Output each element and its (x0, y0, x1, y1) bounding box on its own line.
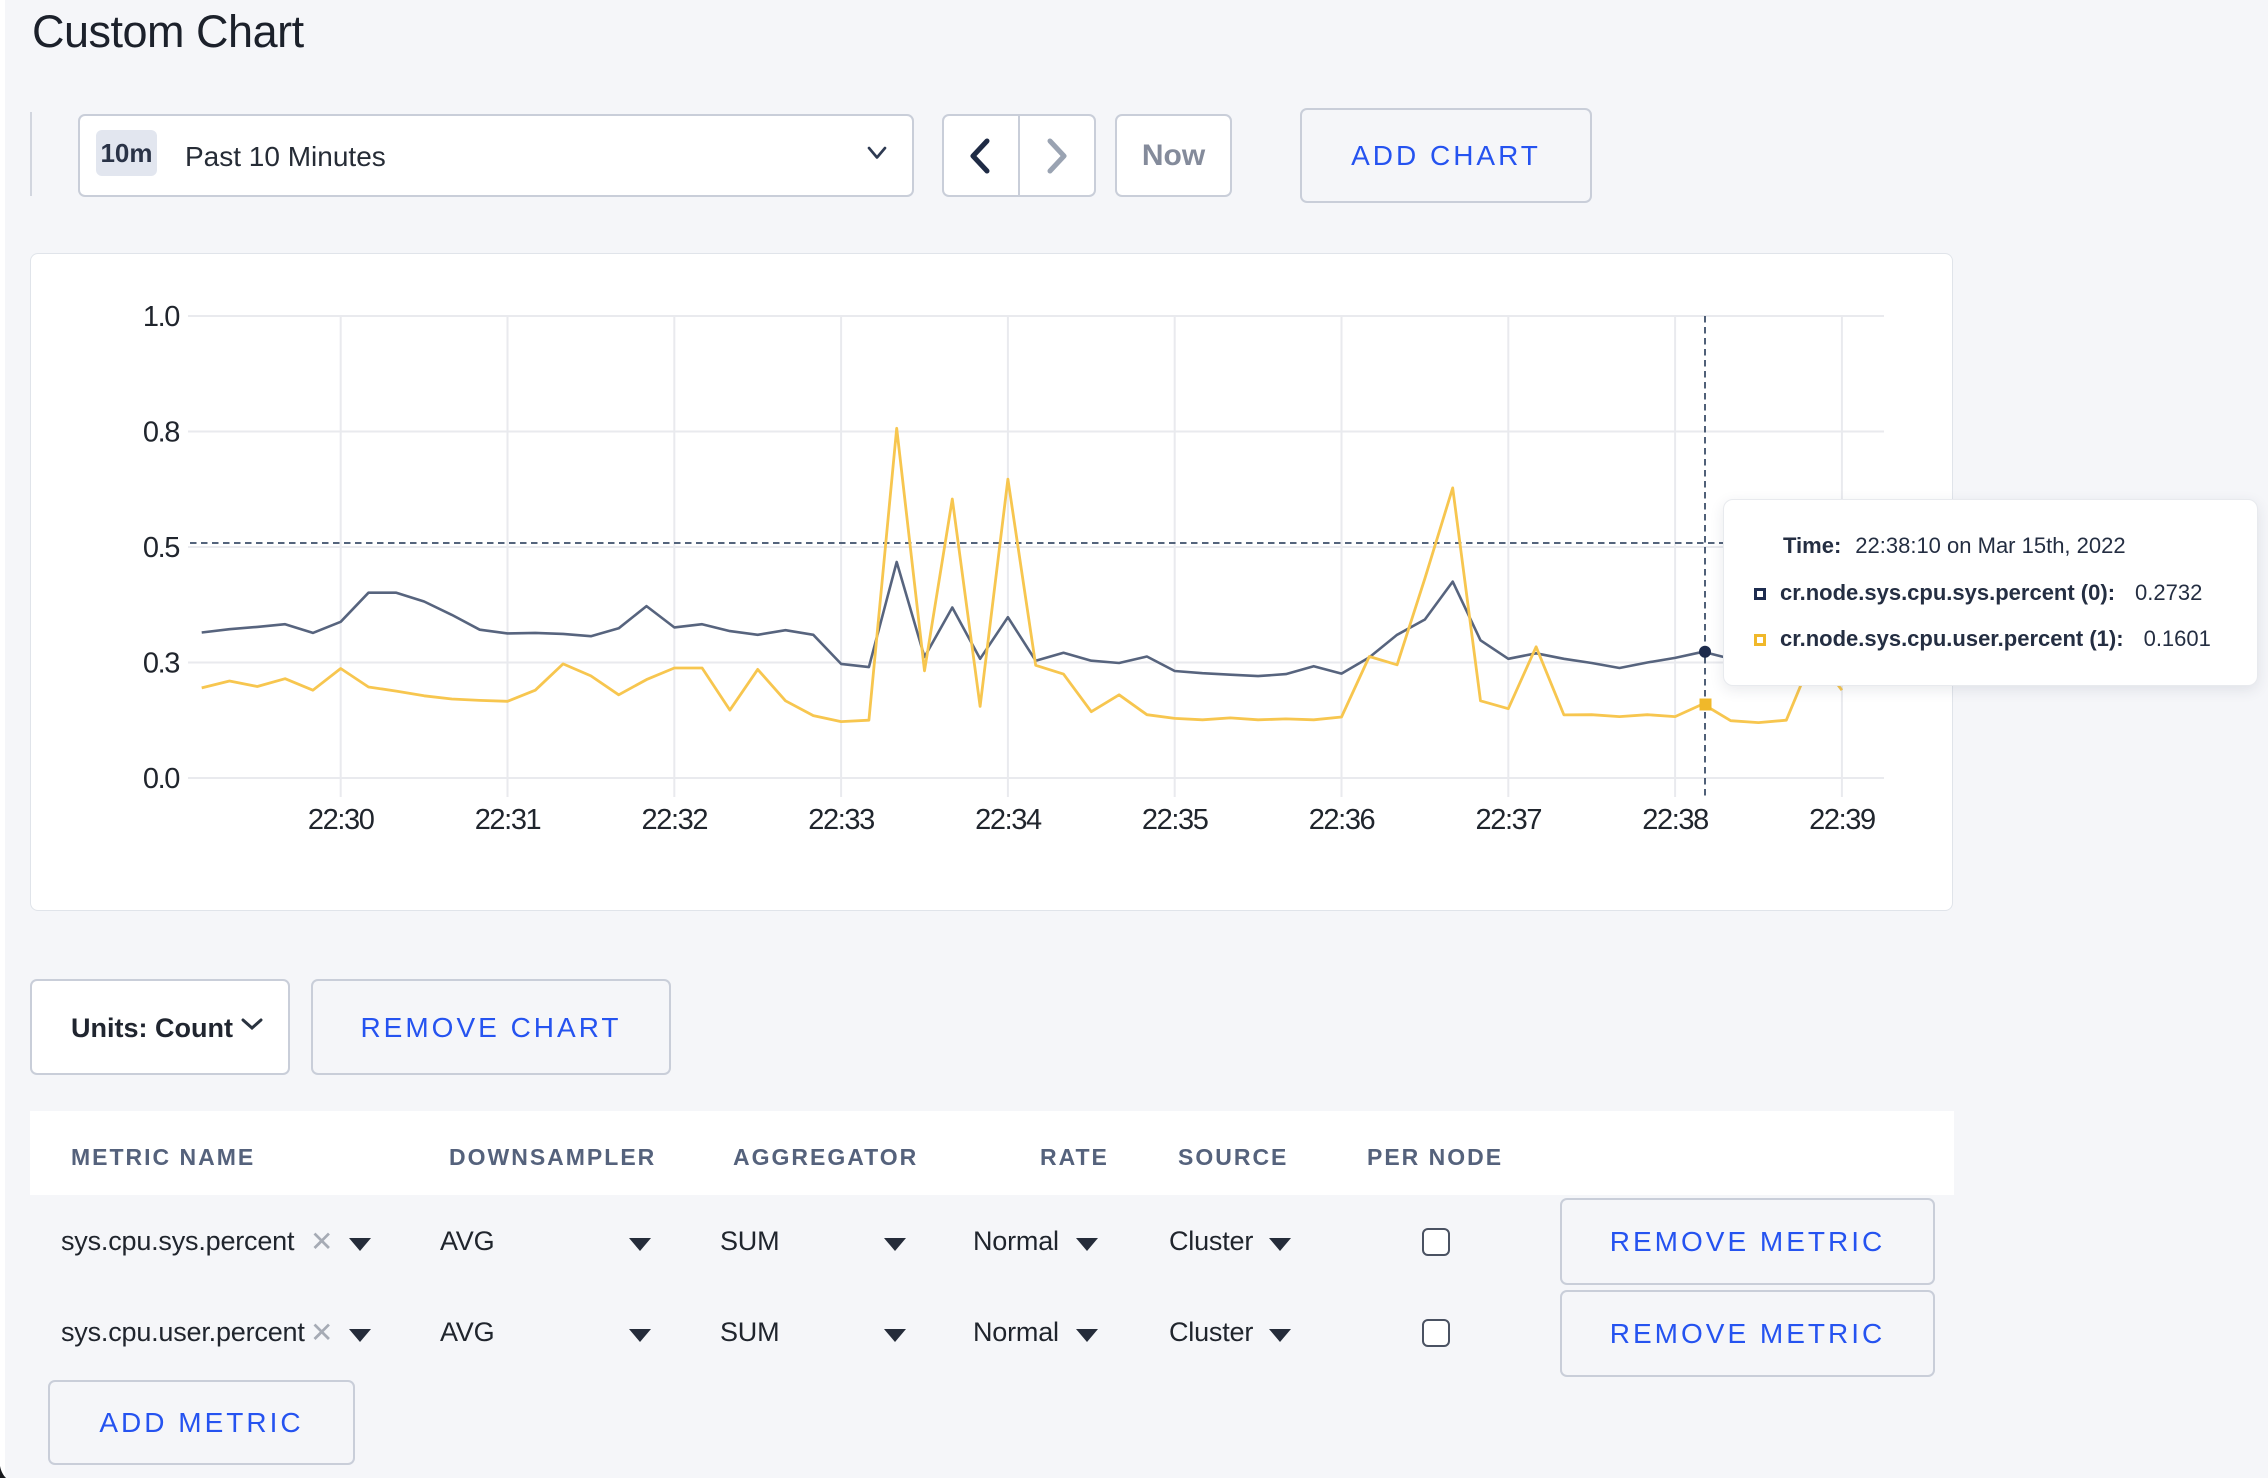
svg-text:0.5: 0.5 (143, 532, 179, 564)
svg-text:22:31: 22:31 (475, 804, 541, 836)
svg-text:22:39: 22:39 (1809, 804, 1875, 836)
svg-text:0.8: 0.8 (143, 417, 179, 449)
svg-text:0.3: 0.3 (143, 648, 179, 680)
svg-text:22:30: 22:30 (308, 804, 374, 836)
svg-text:22:35: 22:35 (1142, 804, 1208, 836)
svg-text:22:32: 22:32 (642, 804, 708, 836)
svg-text:1.0: 1.0 (143, 301, 179, 333)
svg-text:22:36: 22:36 (1309, 804, 1375, 836)
svg-text:22:38: 22:38 (1642, 804, 1708, 836)
svg-text:22:37: 22:37 (1476, 804, 1542, 836)
svg-text:0.0: 0.0 (143, 763, 179, 795)
svg-text:22:34: 22:34 (975, 804, 1042, 836)
svg-text:22:33: 22:33 (808, 804, 874, 836)
